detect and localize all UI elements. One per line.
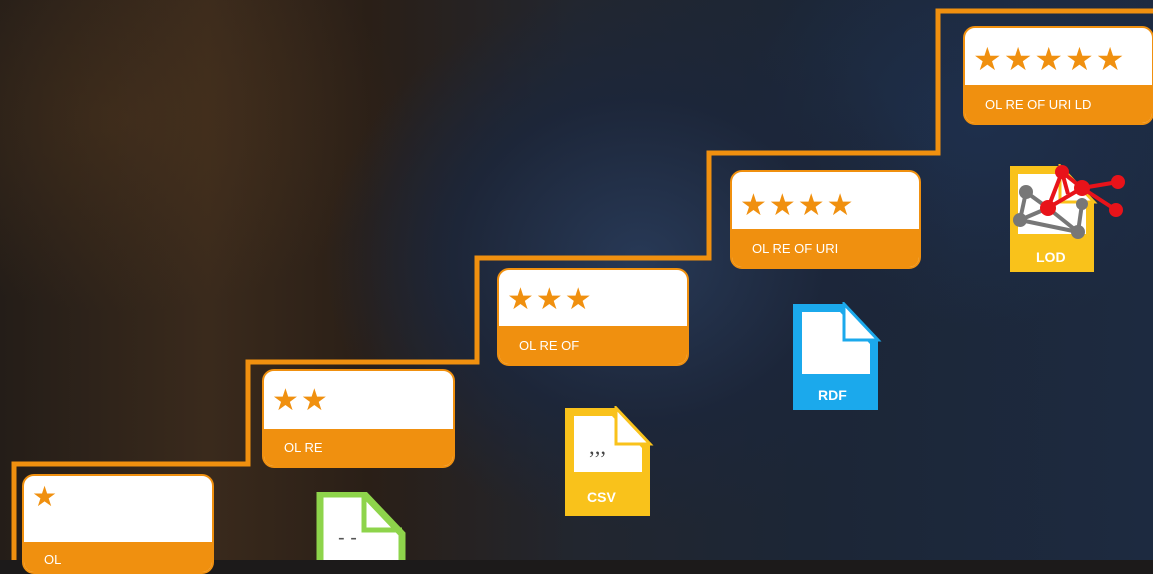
step-card-3: ★★★ OL RE OF [497, 268, 689, 366]
step-card-5: ★★★★★ OL RE OF URI LD [963, 26, 1153, 125]
step-label-2: OL RE [284, 440, 323, 455]
step-label-4: OL RE OF URI [752, 240, 839, 256]
step-label-5: OL RE OF URI LD [985, 96, 1092, 112]
step-label-bar-5: OL RE OF URI LD [965, 85, 1152, 123]
rdf-document-icon: RDF [793, 302, 882, 410]
step-label-bar-4: OL RE OF URI [732, 229, 919, 267]
star-rating-2: ★★ [272, 383, 330, 418]
csv-label: CSV [587, 489, 616, 505]
text-document-icon: - - [316, 492, 406, 560]
star-rating-4: ★★★★ [740, 188, 856, 223]
step-label-bar-2: OL RE [264, 429, 453, 466]
text-document-mark: - - [338, 527, 357, 549]
step-card-1: ★ OL [22, 474, 214, 574]
star-rating-3: ★★★ [507, 282, 594, 317]
step-card-2: ★★ OL RE [262, 369, 455, 468]
star-rating-5: ★★★★★ [973, 40, 1127, 78]
step-label-3: OL RE OF [519, 337, 580, 353]
step-label-bar-3: OL RE OF [499, 326, 687, 364]
step-label-bar-1: OL [24, 542, 212, 572]
csv-quotes: ’’’ [588, 446, 607, 471]
csv-document-icon: ’’’ CSV [565, 406, 654, 516]
step-card-4: ★★★★ OL RE OF URI [730, 170, 921, 269]
rdf-label: RDF [818, 387, 847, 403]
step-label-1: OL [44, 551, 62, 567]
lod-label: LOD [1036, 249, 1066, 265]
lod-document-icon: LOD [1010, 164, 1125, 272]
star-rating-1: ★ [32, 480, 60, 513]
